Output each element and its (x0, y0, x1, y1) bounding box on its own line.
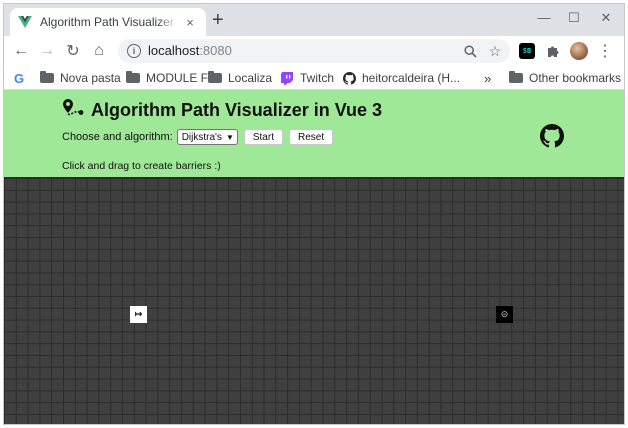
other-bookmarks[interactable]: Other bookmarks (509, 70, 621, 86)
zoom-search-icon[interactable] (461, 42, 479, 60)
browser-window: Algorithm Path Visualizer in Vue 3 × + —… (4, 4, 624, 424)
tab-strip: Algorithm Path Visualizer in Vue 3 × + —… (4, 4, 624, 36)
bookmark-module-f[interactable]: MODULE F (126, 70, 208, 86)
google-apps-icon[interactable]: G (14, 70, 24, 86)
bookmark-label: MODULE F (146, 71, 209, 85)
bookmarks-overflow-button[interactable]: » (484, 70, 491, 86)
info-icon[interactable]: i (127, 44, 141, 58)
folder-icon (40, 71, 54, 83)
app-title-row: Algorithm Path Visualizer in Vue 3 (61, 98, 382, 123)
app-title: Algorithm Path Visualizer in Vue 3 (91, 100, 383, 120)
reset-button[interactable]: Reset (288, 129, 334, 145)
bookmark-localiza[interactable]: Localiza (208, 70, 272, 86)
profile-avatar[interactable] (570, 42, 588, 60)
bookmark-label: Localiza (228, 71, 273, 85)
reload-button[interactable]: ↻ (62, 40, 84, 62)
choose-algorithm-label: Choose and algorithm: (62, 131, 173, 143)
barrier-hint: Click and drag to create barriers :) (62, 160, 221, 172)
browser-toolbar: ← → ↻ ⌂ i localhost:8080 ☆ SB ⋮ (4, 36, 624, 66)
start-button[interactable]: Start (243, 129, 283, 145)
app-header: Algorithm Path Visualizer in Vue 3 Choos… (4, 90, 624, 178)
extensions-puzzle-icon[interactable] (542, 40, 564, 62)
algorithm-selected-value: Dijkstra's (181, 131, 222, 143)
back-button[interactable]: ← (10, 40, 32, 62)
folder-icon (509, 71, 523, 83)
folder-icon (126, 71, 140, 83)
path-grid[interactable] (4, 178, 624, 424)
minimize-button[interactable]: — (530, 8, 558, 28)
address-bar[interactable]: i localhost:8080 ☆ (118, 39, 510, 63)
tab-title: Algorithm Path Visualizer in Vue 3 (40, 15, 178, 29)
end-node[interactable]: ⊝ (496, 306, 513, 323)
bookmarks-bar: G Nova pasta MODULE F Localiza Twitch he… (4, 66, 624, 90)
bookmark-nova-pasta[interactable]: Nova pasta (40, 70, 121, 86)
bookmark-heitorcaldeira[interactable]: heitorcaldeira (H... (342, 70, 460, 86)
browser-menu-icon[interactable]: ⋮ (594, 40, 616, 62)
start-node[interactable]: ↦ (130, 306, 147, 323)
forward-button[interactable]: → (36, 40, 58, 62)
github-icon (342, 71, 356, 85)
vue-favicon-icon (18, 15, 32, 29)
page-content: Algorithm Path Visualizer in Vue 3 Choos… (4, 90, 624, 424)
address-port: :8080 (199, 43, 232, 58)
folder-icon (208, 71, 222, 83)
github-link-icon[interactable] (540, 124, 564, 148)
other-bookmarks-label: Other bookmarks (529, 71, 622, 85)
algorithm-select[interactable]: Dijkstra's ▼ (176, 129, 238, 145)
bookmark-twitch[interactable]: Twitch (280, 70, 334, 86)
address-host: localhost (148, 43, 200, 58)
browser-tab[interactable]: Algorithm Path Visualizer in Vue 3 × (10, 8, 206, 36)
controls-row: Choose and algorithm: Dijkstra's ▼ Start… (62, 129, 334, 145)
new-tab-button[interactable]: + (212, 9, 224, 31)
close-window-button[interactable]: ✕ (592, 8, 620, 28)
tab-close-icon[interactable]: × (182, 15, 198, 30)
bookmark-star-icon[interactable]: ☆ (486, 42, 504, 60)
bookmark-label: heitorcaldeira (H... (362, 71, 461, 85)
route-pin-icon (61, 98, 85, 123)
maximize-button[interactable]: ☐ (560, 8, 588, 28)
address-url: localhost:8080 (148, 44, 232, 58)
chevron-down-icon: ▼ (225, 132, 234, 142)
extension-sb-icon[interactable]: SB (519, 43, 535, 59)
twitch-icon (280, 71, 294, 85)
bookmark-label: Twitch (300, 71, 335, 85)
home-button[interactable]: ⌂ (88, 40, 110, 62)
bookmark-label: Nova pasta (60, 71, 121, 85)
